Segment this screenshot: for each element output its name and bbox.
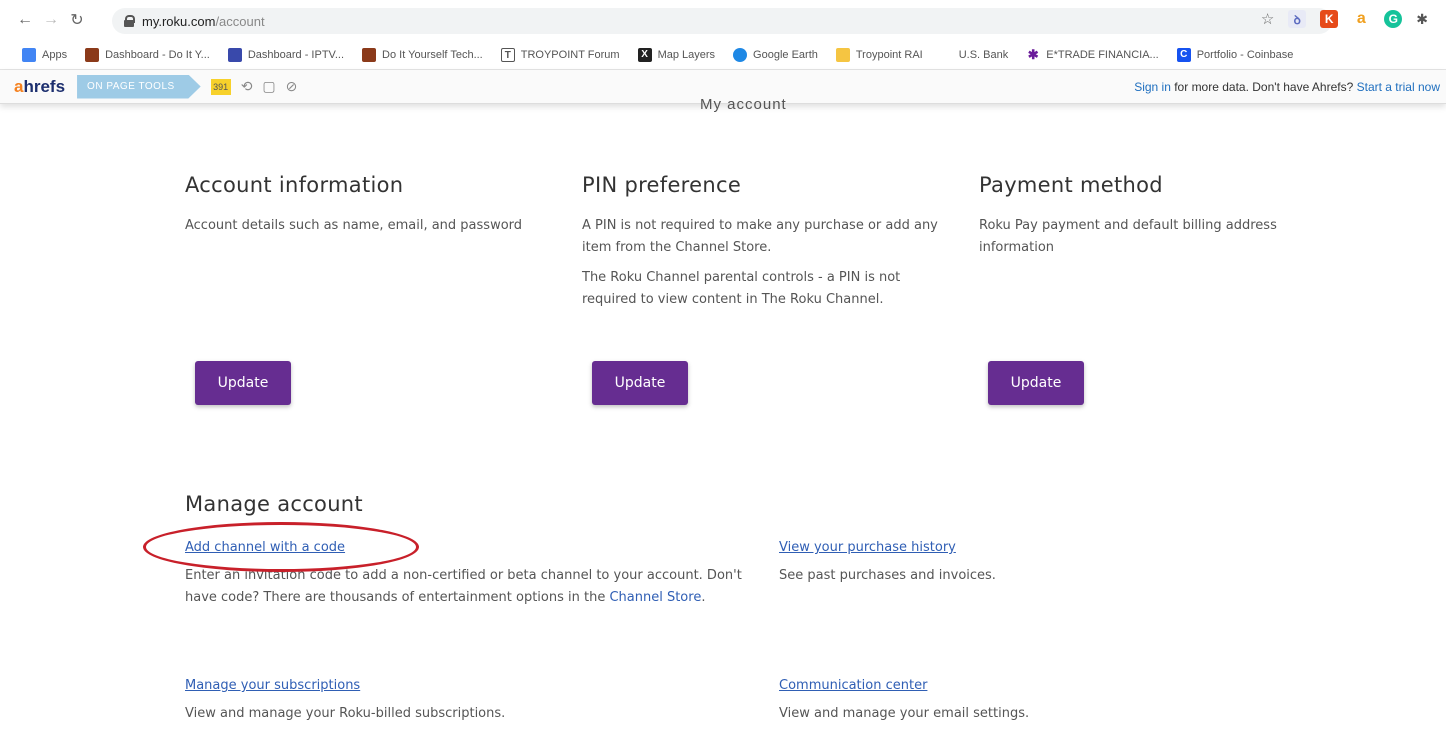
purchase-history-item: View your purchase history See past purc…: [779, 540, 1279, 587]
back-arrow-icon[interactable]: ←: [14, 9, 36, 31]
update-account-button[interactable]: Update: [195, 361, 291, 405]
bookmark-item[interactable]: Dashboard - IPTV...: [227, 47, 344, 62]
ahrefs-signin-text: Sign in for more data. Don't have Ahrefs…: [1134, 80, 1440, 94]
manage-subscriptions-link[interactable]: Manage your subscriptions: [185, 678, 755, 693]
extension-icon-2[interactable]: K: [1320, 10, 1339, 28]
bookmark-item[interactable]: ✱ E*TRADE FINANCIA...: [1026, 46, 1159, 62]
update-payment-button[interactable]: Update: [988, 361, 1084, 405]
section-description: Roku Pay payment and default billing add…: [979, 218, 1277, 255]
reload-icon[interactable]: ↻: [66, 9, 88, 31]
bookmark-item[interactable]: Do It Yourself Tech...: [362, 47, 483, 62]
section-title: Account information: [185, 173, 404, 197]
folder-icon: [835, 47, 850, 62]
bookmarks-bar: Apps Dashboard - Do It Y... Dashboard - …: [0, 40, 1446, 70]
pin-preference-section: PIN preference A PIN is not required to …: [582, 173, 962, 319]
bookmark-item[interactable]: X Map Layers: [637, 47, 715, 62]
score-badge: 391: [210, 78, 231, 95]
bookmark-favicon: [362, 47, 377, 62]
extension-icon-1[interactable]: ꝺ: [1288, 10, 1307, 28]
star-icon[interactable]: ☆: [1261, 10, 1274, 28]
on-page-tools-button[interactable]: ON PAGE TOOLS: [77, 74, 201, 99]
purchase-history-description: See past purchases and invoices.: [779, 568, 996, 583]
amazon-icon[interactable]: a: [1352, 10, 1371, 28]
communication-item: Communication center View and manage you…: [779, 678, 1279, 725]
etrade-icon: ✱: [1026, 46, 1041, 62]
coinbase-icon: C: [1176, 47, 1191, 62]
subscriptions-item: Manage your subscriptions View and manag…: [185, 678, 755, 725]
communication-center-link[interactable]: Communication center: [779, 678, 1279, 693]
subscriptions-description: View and manage your Roku-billed subscri…: [185, 706, 506, 721]
update-pin-button[interactable]: Update: [592, 361, 688, 405]
bookmark-item[interactable]: C Portfolio - Coinbase: [1176, 47, 1293, 62]
bookmark-item[interactable]: U.S. Bank: [959, 49, 1009, 61]
section-title: PIN preference: [582, 173, 742, 197]
page-title: My account: [700, 96, 787, 113]
chain-icon[interactable]: ⊘: [286, 78, 298, 95]
extensions-area: ☆ ꝺ K a G ✱: [1261, 10, 1428, 28]
communication-description: View and manage your email settings.: [779, 706, 1030, 721]
bookmark-favicon: T: [500, 47, 515, 62]
section-description: A PIN is not required to make any purcha…: [582, 218, 938, 255]
account-information-section: Account information Account details such…: [185, 173, 565, 245]
address-bar[interactable]: my.roku.com/account: [112, 8, 1332, 34]
purchase-history-link[interactable]: View your purchase history: [779, 540, 1279, 555]
start-trial-link[interactable]: Start a trial now: [1357, 80, 1440, 94]
url-text: my.roku.com/account: [142, 13, 265, 29]
bookmark-favicon: [227, 47, 242, 62]
link-icon[interactable]: ⟲: [241, 78, 253, 95]
bookmark-item[interactable]: Google Earth: [733, 47, 818, 62]
clipboard-icon[interactable]: ▢: [262, 78, 275, 95]
bookmark-item[interactable]: Troypoint RAI: [835, 47, 923, 62]
grammarly-icon[interactable]: G: [1384, 10, 1403, 28]
manage-account-title: Manage account: [185, 492, 363, 516]
payment-method-section: Payment method Roku Pay payment and defa…: [979, 173, 1359, 267]
section-description: The Roku Channel parental controls - a P…: [582, 270, 901, 307]
google-earth-icon: [733, 47, 748, 62]
channel-store-link[interactable]: Channel Store: [609, 590, 701, 605]
browser-toolbar: ← → ↻ my.roku.com/account ☆ ꝺ K a G ✱: [0, 0, 1446, 40]
ahrefs-logo[interactable]: ahrefs: [14, 77, 65, 97]
bookmark-item[interactable]: Dashboard - Do It Y...: [85, 47, 210, 62]
bookmark-apps[interactable]: Apps: [22, 47, 67, 62]
annotation-oval: [143, 522, 419, 572]
puzzle-icon[interactable]: ✱: [1416, 11, 1428, 28]
lock-icon: [124, 15, 135, 27]
sign-in-link[interactable]: Sign in: [1134, 80, 1171, 94]
bookmark-item[interactable]: T TROYPOINT Forum: [500, 47, 620, 62]
apps-grid-icon: [22, 47, 36, 62]
section-title: Payment method: [979, 173, 1163, 197]
bookmark-favicon: X: [637, 47, 652, 62]
forward-arrow-icon[interactable]: →: [40, 9, 62, 31]
section-description: Account details such as name, email, and…: [185, 218, 523, 233]
bookmark-favicon: [85, 47, 100, 62]
